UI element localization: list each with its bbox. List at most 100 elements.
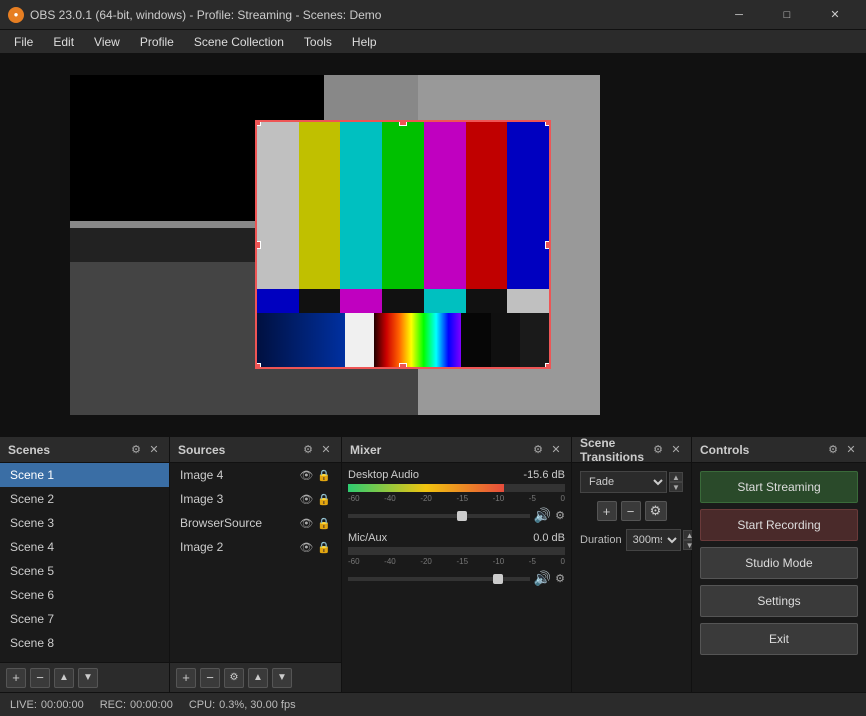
scenes-down-button[interactable]: ▼ [78,668,98,688]
source-visibility-icon-3[interactable]: 👁 [299,517,313,530]
mixer-desktop-slider-wrap [348,514,530,518]
sources-panel: Sources ⚙ ✕ Image 4👁🔒Image 3👁🔒BrowserSou… [170,437,342,692]
scene-item-5[interactable]: Scene 5 [0,559,169,583]
mixer-panel: Mixer ⚙ ✕ Desktop Audio -15.6 dB -60 -40 [342,437,572,692]
scene-item-2[interactable]: Scene 2 [0,487,169,511]
sources-up-button[interactable]: ▲ [248,668,268,688]
source-visibility-icon-2[interactable]: 👁 [299,493,313,506]
scenes-add-button[interactable]: + [6,668,26,688]
preview-area [0,54,866,436]
handle-mr[interactable] [545,241,551,249]
controls-panel: Controls ⚙ ✕ Start Streaming Start Recor… [692,437,866,692]
sources-remove-button[interactable]: − [200,668,220,688]
menu-file[interactable]: File [4,30,43,54]
source-item-3[interactable]: BrowserSource👁🔒 [170,511,341,535]
scene-item-8[interactable]: Scene 8 [0,631,169,655]
sources-config-icon[interactable]: ⚙ [301,443,315,457]
controls-config-icon[interactable]: ⚙ [826,443,840,457]
scene-item-7[interactable]: Scene 7 [0,607,169,631]
maximize-button[interactable]: □ [764,0,810,30]
menu-scene-collection[interactable]: Scene Collection [184,30,294,54]
start-streaming-button[interactable]: Start Streaming [700,471,858,503]
menu-view[interactable]: View [84,30,130,54]
mixer-panel-icons: ⚙ ✕ [531,443,563,457]
bar-cyan [340,122,382,289]
scenes-panel-header: Scenes ⚙ ✕ [0,437,169,463]
source-lock-icon-2[interactable]: 🔒 [317,493,331,506]
handle-tr[interactable] [545,120,551,126]
mixer-desktop-slider[interactable] [348,514,530,518]
sources-list: Image 4👁🔒Image 3👁🔒BrowserSource👁🔒Image 2… [170,463,341,662]
live-label: LIVE: [10,699,37,711]
handle-bl[interactable] [255,363,261,369]
duration-select[interactable]: 300ms 500ms 1000ms [626,529,681,551]
handle-tl[interactable] [255,120,261,126]
transitions-footer-btns: + − ⚙ [580,501,683,521]
source-item-4[interactable]: Image 2👁🔒 [170,535,341,559]
mixer-content: Desktop Audio -15.6 dB -60 -40 -20 -15 -… [342,463,571,692]
scenes-close-icon[interactable]: ✕ [147,443,161,457]
source-item-2[interactable]: Image 3👁🔒 [170,487,341,511]
close-button[interactable]: ✕ [812,0,858,30]
settings-button[interactable]: Settings [700,585,858,617]
transitions-add-button[interactable]: + [597,501,617,521]
transitions-panel-title: Scene Transitions [580,436,651,464]
bar-b-black1 [461,313,490,367]
transition-up-arrow[interactable]: ▲ [669,472,683,482]
duration-label: Duration [580,534,622,546]
sources-settings-button[interactable]: ⚙ [224,668,244,688]
scenes-remove-button[interactable]: − [30,668,50,688]
source-visibility-icon-4[interactable]: 👁 [299,541,313,554]
handle-ml[interactable] [255,241,261,249]
scene-item-1[interactable]: Scene 1 [0,463,169,487]
scenes-list: Scene 1Scene 2Scene 3Scene 4Scene 5Scene… [0,463,169,662]
source-lock-icon-1[interactable]: 🔒 [317,469,331,482]
sources-close-icon[interactable]: ✕ [319,443,333,457]
controls-close-icon[interactable]: ✕ [844,443,858,457]
scene-item-3[interactable]: Scene 3 [0,511,169,535]
menu-profile[interactable]: Profile [130,30,184,54]
source-visibility-icon-1[interactable]: 👁 [299,469,313,482]
source-item-1[interactable]: Image 4👁🔒 [170,463,341,487]
menu-help[interactable]: Help [342,30,387,54]
sources-down-button[interactable]: ▼ [272,668,292,688]
studio-mode-button[interactable]: Studio Mode [700,547,858,579]
mixer-desktop-settings-icon[interactable]: ⚙ [555,509,565,522]
handle-bm[interactable] [399,363,407,369]
scenes-config-icon[interactable]: ⚙ [129,443,143,457]
sources-add-button[interactable]: + [176,668,196,688]
mixer-config-icon[interactable]: ⚙ [531,443,545,457]
transitions-settings-button[interactable]: ⚙ [645,501,667,521]
scene-item-6[interactable]: Scene 6 [0,583,169,607]
start-recording-button[interactable]: Start Recording [700,509,858,541]
mixer-mic-mute-icon[interactable]: 🔊 [534,570,551,587]
menu-edit[interactable]: Edit [43,30,84,54]
source-lock-icon-3[interactable]: 🔒 [317,517,331,530]
transitions-config-icon[interactable]: ⚙ [651,443,665,457]
handle-br[interactable] [545,363,551,369]
handle-tm[interactable] [399,120,407,126]
bar-m-cyan [424,289,466,314]
scenes-up-button[interactable]: ▲ [54,668,74,688]
exit-button[interactable]: Exit [700,623,858,655]
mixer-mic-settings-icon[interactable]: ⚙ [555,572,565,585]
mixer-mic-slider[interactable] [348,577,530,581]
titlebar: ● OBS 23.0.1 (64-bit, windows) - Profile… [0,0,866,30]
mixer-close-icon[interactable]: ✕ [549,443,563,457]
bars-top [257,122,549,289]
transition-down-arrow[interactable]: ▼ [669,482,683,492]
bar-m-black [299,289,341,314]
minimize-button[interactable]: ─ [716,0,762,30]
mixer-desktop-mute-icon[interactable]: 🔊 [534,507,551,524]
scene-item-4[interactable]: Scene 4 [0,535,169,559]
mixer-mic-thumb[interactable] [493,574,503,584]
transitions-panel-icons: ⚙ ✕ [651,443,683,457]
menu-tools[interactable]: Tools [294,30,342,54]
transition-type-select[interactable]: Fade Cut Swipe Slide [580,471,667,493]
transition-arrow-btns: ▲ ▼ [669,472,683,492]
scenes-panel: Scenes ⚙ ✕ Scene 1Scene 2Scene 3Scene 4S… [0,437,170,692]
source-lock-icon-4[interactable]: 🔒 [317,541,331,554]
transitions-remove-button[interactable]: − [621,501,641,521]
mixer-desktop-thumb[interactable] [457,511,467,521]
transitions-close-icon[interactable]: ✕ [669,443,683,457]
